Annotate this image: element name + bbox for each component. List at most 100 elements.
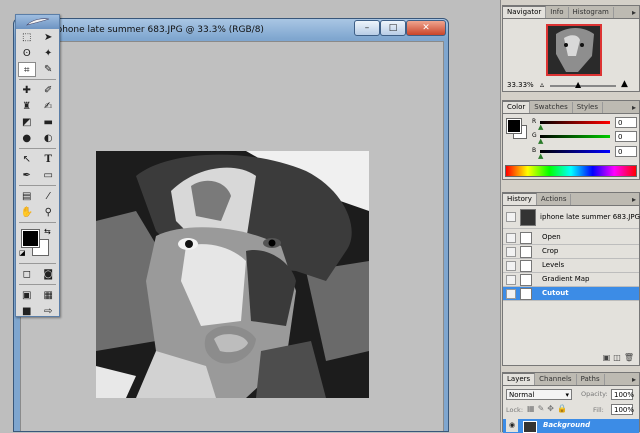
- tab-histogram[interactable]: Histogram: [569, 7, 614, 18]
- eyedropper-icon[interactable]: ⁄: [39, 189, 57, 204]
- document-window[interactable]: iphone late summer 683.JPG @ 33.3% (RGB/…: [13, 18, 449, 432]
- magic-wand-icon[interactable]: ✦: [39, 46, 57, 61]
- lock-position-icon[interactable]: ✥: [547, 404, 557, 413]
- zoom-slider-thumb[interactable]: ▲: [575, 80, 581, 89]
- history-source-checkbox[interactable]: [506, 261, 516, 271]
- hand-icon[interactable]: ✋: [18, 205, 36, 220]
- canvas-area[interactable]: [20, 41, 444, 431]
- panel-menu-icon[interactable]: ▸: [632, 8, 636, 17]
- close-button[interactable]: ✕: [406, 20, 446, 36]
- shape-icon[interactable]: ▭: [39, 168, 57, 183]
- tab-history[interactable]: History: [503, 193, 537, 205]
- foreground-color-chip[interactable]: [506, 118, 522, 134]
- tab-styles[interactable]: Styles: [573, 102, 603, 113]
- fill-field[interactable]: 100%: [611, 404, 634, 415]
- eye-icon[interactable]: ◉: [506, 419, 518, 432]
- blend-mode-select[interactable]: Normal ▾: [506, 389, 572, 400]
- green-value[interactable]: 0: [615, 131, 637, 142]
- color-spectrum-ramp[interactable]: [505, 165, 637, 177]
- history-brush-icon[interactable]: ✍: [39, 99, 57, 114]
- tool-row: ʘ ✦: [16, 45, 59, 61]
- blue-slider-thumb[interactable]: ▲: [538, 152, 543, 160]
- history-state-cutout[interactable]: Cutout: [503, 287, 639, 301]
- tab-channels[interactable]: Channels: [535, 374, 577, 385]
- quick-mask-icon[interactable]: ◙: [39, 267, 57, 282]
- green-slider-thumb[interactable]: ▲: [538, 137, 543, 145]
- path-select-icon[interactable]: ↖: [18, 152, 36, 167]
- blur-icon[interactable]: ●: [18, 131, 36, 146]
- crop-icon[interactable]: ⌗: [17, 61, 36, 77]
- marquee-icon[interactable]: ⬚: [18, 30, 36, 45]
- tab-paths[interactable]: Paths: [577, 374, 605, 385]
- panel-menu-icon[interactable]: ▸: [632, 195, 636, 204]
- history-source-checkbox[interactable]: [506, 289, 516, 299]
- opacity-field[interactable]: 100%: [611, 389, 634, 400]
- lock-image-icon[interactable]: ✎: [538, 404, 548, 413]
- full-screen-icon[interactable]: ▦: [39, 288, 57, 303]
- maximize-button[interactable]: □: [380, 20, 406, 36]
- tab-color[interactable]: Color: [503, 101, 531, 113]
- foreground-color-swatch[interactable]: [21, 229, 40, 248]
- tab-actions[interactable]: Actions: [537, 194, 572, 205]
- panel-menu-icon[interactable]: ▸: [632, 103, 636, 112]
- pen-icon[interactable]: ✒: [18, 168, 36, 183]
- tab-info[interactable]: Info: [546, 7, 569, 18]
- dodge-icon[interactable]: ◐: [39, 131, 57, 146]
- history-state-levels[interactable]: Levels: [503, 259, 639, 273]
- tab-swatches[interactable]: Swatches: [530, 102, 573, 113]
- history-state-icon: [520, 260, 532, 272]
- history-state-open[interactable]: Open: [503, 231, 639, 245]
- swap-colors-icon[interactable]: ⇆: [44, 227, 51, 236]
- color-tabs: Color Swatches Styles ▸: [503, 101, 639, 114]
- move-icon[interactable]: ➤: [39, 30, 57, 45]
- screen-mode-icon[interactable]: ▣: [18, 288, 36, 303]
- history-source-checkbox[interactable]: [506, 275, 516, 285]
- default-colors-icon[interactable]: ◪: [19, 249, 26, 257]
- color-swatches: ⇆ ◪: [16, 225, 59, 261]
- toolbox-header[interactable]: [16, 15, 59, 29]
- blue-value[interactable]: 0: [615, 146, 637, 157]
- history-source-checkbox[interactable]: [506, 233, 516, 243]
- new-snapshot-icon[interactable]: ◫: [613, 353, 624, 362]
- green-slider[interactable]: [540, 135, 610, 138]
- red-value[interactable]: 0: [615, 117, 637, 128]
- chevron-down-icon: ▾: [565, 391, 569, 399]
- fullscreen-black-icon[interactable]: ■: [18, 304, 36, 319]
- minimize-button[interactable]: –: [354, 20, 380, 36]
- tab-layers[interactable]: Layers: [503, 373, 536, 385]
- brush-icon[interactable]: ✐: [39, 83, 57, 98]
- panel-menu-icon[interactable]: ▸: [632, 375, 636, 384]
- notes-icon[interactable]: ▤: [18, 189, 36, 204]
- history-snapshot[interactable]: iphone late summer 683.JPG: [503, 207, 640, 229]
- zoom-in-icon[interactable]: ▲: [621, 79, 628, 89]
- layer-row-background[interactable]: ◉ Background: [503, 419, 639, 433]
- navigator-thumbnail[interactable]: [546, 24, 602, 76]
- blue-slider[interactable]: [540, 150, 610, 153]
- clone-stamp-icon[interactable]: ♜: [18, 99, 36, 114]
- gradient-icon[interactable]: ▬: [39, 115, 57, 130]
- jump-to-imageready-icon[interactable]: ⇨: [39, 304, 57, 319]
- navigator-zoom-value[interactable]: 33.33%: [507, 81, 534, 89]
- type-icon[interactable]: T: [39, 152, 57, 167]
- zoom-slider[interactable]: [550, 85, 616, 87]
- new-document-icon[interactable]: ▣: [603, 353, 614, 362]
- history-state-crop[interactable]: Crop: [503, 245, 639, 259]
- eraser-icon[interactable]: ◩: [18, 115, 36, 130]
- red-slider[interactable]: [540, 121, 610, 124]
- lock-all-icon[interactable]: 🔒: [557, 404, 570, 413]
- tab-navigator[interactable]: Navigator: [503, 6, 547, 18]
- history-state-gradient-map[interactable]: Gradient Map: [503, 273, 639, 287]
- red-slider-thumb[interactable]: ▲: [538, 123, 543, 131]
- healing-brush-icon[interactable]: ✚: [18, 83, 36, 98]
- lasso-icon[interactable]: ʘ: [18, 46, 36, 61]
- zoom-icon[interactable]: ⚲: [39, 205, 57, 220]
- standard-mode-icon[interactable]: ◻: [18, 267, 36, 282]
- lock-transparent-icon[interactable]: ▦: [527, 404, 538, 413]
- document-image[interactable]: [96, 151, 369, 398]
- snapshot-source-checkbox[interactable]: [506, 212, 516, 222]
- zoom-out-icon[interactable]: ▵: [540, 80, 544, 89]
- toolbox[interactable]: ⬚ ➤ ʘ ✦ ⌗ ✎ ✚ ✐ ♜ ✍ ◩ ▬ ● ◐ ↖ T ✒ ▭ ▤ ⁄ …: [15, 14, 60, 317]
- slice-icon[interactable]: ✎: [39, 62, 57, 77]
- history-source-checkbox[interactable]: [506, 247, 516, 257]
- trash-icon[interactable]: 🗑: [624, 353, 637, 362]
